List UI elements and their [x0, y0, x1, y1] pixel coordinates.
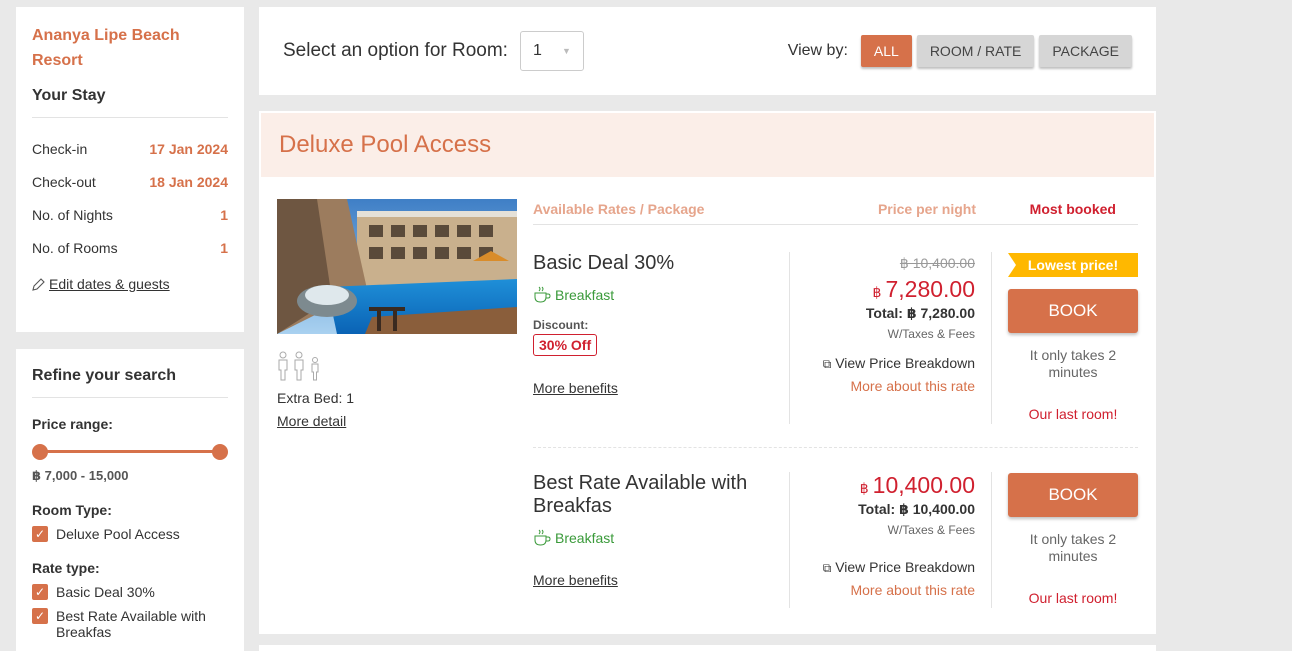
rate-type-checkbox-basic[interactable]: ✓ Basic Deal 30%	[32, 584, 228, 600]
breakfast-tag: Breakfast	[533, 286, 614, 304]
last-room-note: Our last room!	[1028, 406, 1118, 422]
checkout-row: Check-out 18 Jan 2024	[32, 173, 228, 190]
your-stay-title: Your Stay	[32, 87, 228, 118]
checkout-value: 18 Jan 2024	[149, 173, 228, 190]
divider	[789, 472, 790, 608]
pencil-icon	[32, 277, 45, 291]
more-benefits-link[interactable]: More benefits	[533, 572, 618, 588]
view-by-label: View by:	[787, 42, 848, 59]
more-about-rate-link[interactable]: More about this rate	[791, 582, 975, 598]
more-about-rate-link[interactable]: More about this rate	[791, 378, 975, 394]
takes-note: It only takes 2 minutes	[1029, 531, 1117, 564]
price-range-value: ฿ 7,000 - 15,000	[32, 468, 129, 483]
rate-name: Best Rate Available with Breakfas	[533, 472, 748, 517]
room-photo[interactable]	[277, 199, 517, 334]
rate-type-label: Rate type:	[32, 560, 100, 576]
coffee-cup-icon	[534, 529, 551, 546]
view-all-button[interactable]: ALL	[860, 35, 912, 67]
price-column: ฿ 10,400.00 ฿ 7,280.00 Total: ฿ 7,280.00 …	[791, 255, 975, 394]
rooms-value: 1	[220, 239, 228, 256]
rate-separator	[533, 447, 1138, 448]
room-select[interactable]: 1 ▼	[519, 31, 584, 71]
divider	[991, 252, 992, 424]
price-range-label: Price range:	[32, 416, 113, 432]
slider-max-handle[interactable]	[212, 444, 228, 460]
original-price: ฿ 10,400.00	[899, 255, 975, 271]
breakfast-tag: Breakfast	[533, 529, 614, 547]
external-link-icon: ⧉	[822, 561, 832, 575]
rate-type-checkbox-bar[interactable]: ✓ Best Rate Available with Breakfas	[32, 608, 228, 640]
discount-label: Discount:	[533, 318, 589, 332]
taxes-note: W/Taxes & Fees	[887, 523, 975, 537]
caret-down-icon: ▼	[562, 46, 571, 56]
room-type-label: Room Type:	[32, 502, 112, 518]
slider-min-handle[interactable]	[32, 444, 48, 460]
view-by-group: View by: ALL ROOM / RATE PACKAGE	[788, 35, 1132, 67]
discounted-price: ฿ 7,280.00	[872, 276, 975, 302]
rate-row: Best Rate Available with Breakfas Breakf…	[533, 472, 1138, 608]
checkin-row: Check-in 17 Jan 2024	[32, 140, 228, 157]
extra-bed-text: Extra Bed: 1	[277, 390, 355, 406]
room-options-bar: Select an option for Room: 1 ▼ View by: …	[259, 7, 1156, 95]
rate-name: Basic Deal 30%	[533, 252, 675, 274]
nights-row: No. of Nights 1	[32, 206, 228, 223]
book-button[interactable]: BOOK	[1008, 289, 1138, 333]
divider	[789, 252, 790, 424]
book-column: BOOK It only takes 2 minutes Our last ro…	[1008, 473, 1138, 606]
refine-title: Refine your search	[32, 365, 228, 398]
more-benefits-link[interactable]: More benefits	[533, 380, 618, 396]
checkmark-icon: ✓	[32, 526, 48, 542]
takes-note: It only takes 2 minutes	[1029, 347, 1117, 380]
refine-search-panel: Refine your search Price range: ฿ 7,000 …	[16, 349, 244, 651]
total-price: Total: ฿ 10,400.00	[858, 501, 975, 517]
rooms-row: No. of Rooms 1	[32, 239, 228, 256]
room-type-checkbox-deluxe[interactable]: ✓ Deluxe Pool Access	[32, 526, 228, 542]
room-select-label: Select an option for Room:	[283, 40, 508, 61]
divider	[991, 472, 992, 608]
slider-track	[40, 450, 220, 453]
coffee-cup-icon	[534, 286, 551, 303]
occupancy-icons	[277, 351, 321, 381]
discount-badge: 30% Off	[533, 334, 598, 356]
external-link-icon: ⧉	[822, 357, 832, 371]
room-title: Deluxe Pool Access	[261, 113, 1154, 177]
view-price-breakdown-link[interactable]: ⧉ View Price Breakdown	[791, 559, 975, 576]
edit-dates-link[interactable]: Edit dates & guests	[32, 276, 228, 292]
checkmark-icon: ✓	[32, 608, 48, 624]
hotel-name: Ananya Lipe Beach Resort	[32, 27, 180, 69]
book-column: Lowest price! BOOK It only takes 2 minut…	[1008, 253, 1138, 422]
adult-icon	[278, 351, 288, 381]
view-package-button[interactable]: PACKAGE	[1039, 35, 1132, 67]
stay-summary-panel: Ananya Lipe Beach Resort Your Stay Check…	[16, 7, 244, 332]
checkmark-icon: ✓	[32, 584, 48, 600]
total-price: Total: ฿ 7,280.00	[865, 305, 975, 321]
more-detail-link[interactable]: More detail	[277, 413, 346, 429]
nights-value: 1	[220, 206, 228, 223]
lowest-price-badge: Lowest price!	[1008, 253, 1138, 277]
taxes-note: W/Taxes & Fees	[887, 327, 975, 341]
rates-header: Available Rates / Package Price per nigh…	[533, 201, 1138, 225]
adult-icon	[294, 351, 304, 381]
rate-row: Basic Deal 30% Breakfast Discount: 30% O…	[533, 252, 1138, 424]
room-card: Deluxe Pool Access Extra Bed: 1 More det…	[259, 111, 1156, 634]
book-button[interactable]: BOOK	[1008, 473, 1138, 517]
price: ฿ 10,400.00	[859, 472, 975, 498]
child-icon	[311, 357, 319, 381]
next-room-card-edge	[259, 645, 1156, 651]
price-slider[interactable]	[32, 442, 228, 460]
view-price-breakdown-link[interactable]: ⧉ View Price Breakdown	[791, 355, 975, 372]
price-column: ฿ 10,400.00 Total: ฿ 10,400.00 W/Taxes & …	[791, 472, 975, 598]
last-room-note: Our last room!	[1028, 590, 1118, 606]
view-room-rate-button[interactable]: ROOM / RATE	[916, 35, 1035, 67]
checkin-value: 17 Jan 2024	[149, 140, 228, 157]
